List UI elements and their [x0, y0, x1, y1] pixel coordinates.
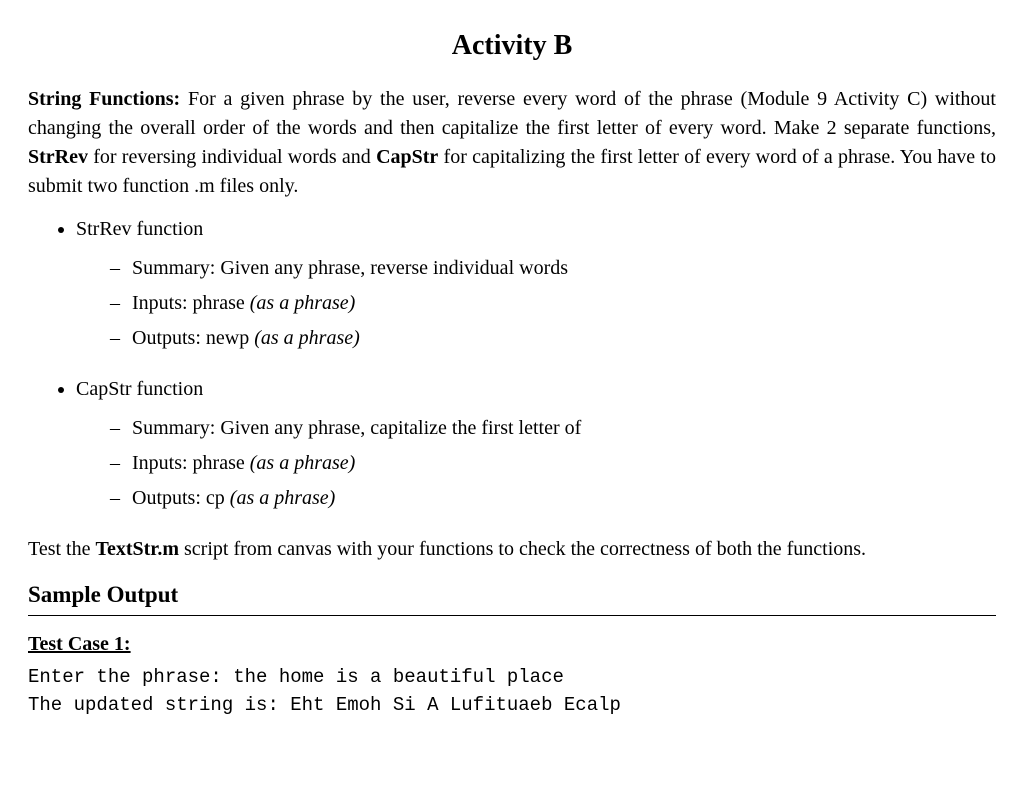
- test-note-pre: Test the: [28, 538, 95, 560]
- list-item: CapStr function Summary: Given any phras…: [76, 375, 996, 513]
- inputs-label: Inputs: phrase: [132, 452, 250, 474]
- list-item: Summary: Given any phrase, capitalize th…: [110, 414, 996, 443]
- inputs-hint: (as a phrase): [250, 452, 356, 474]
- inputs-label: Inputs: phrase: [132, 292, 250, 314]
- intro-strrev: StrRev: [28, 146, 88, 168]
- test-case-line-1: Enter the phrase: the home is a beautifu…: [28, 663, 996, 692]
- test-script-name: TextStr.m: [95, 538, 179, 560]
- test-note-post: script from canvas with your functions t…: [179, 538, 866, 560]
- list-item: Outputs: newp (as a phrase): [110, 324, 996, 353]
- function-details: Summary: Given any phrase, reverse indiv…: [76, 254, 996, 353]
- function-details: Summary: Given any phrase, capitalize th…: [76, 414, 996, 513]
- list-item: StrRev function Summary: Given any phras…: [76, 215, 996, 353]
- list-item: Inputs: phrase (as a phrase): [110, 289, 996, 318]
- outputs-label: Outputs: cp: [132, 487, 230, 509]
- function-name: StrRev function: [76, 218, 203, 240]
- intro-lead: String Functions:: [28, 88, 180, 110]
- outputs-label: Outputs: newp: [132, 327, 254, 349]
- function-list: StrRev function Summary: Given any phras…: [28, 215, 996, 513]
- summary-text: Summary: Given any phrase, capitalize th…: [132, 417, 581, 439]
- test-note: Test the TextStr.m script from canvas wi…: [28, 535, 996, 564]
- sample-output-heading: Sample Output: [28, 578, 996, 616]
- inputs-hint: (as a phrase): [250, 292, 356, 314]
- document-page: Activity B String Functions: For a given…: [0, 0, 1024, 789]
- list-item: Inputs: phrase (as a phrase): [110, 449, 996, 478]
- intro-paragraph: String Functions: For a given phrase by …: [28, 85, 996, 201]
- intro-capstr: CapStr: [376, 146, 438, 168]
- list-item: Summary: Given any phrase, reverse indiv…: [110, 254, 996, 283]
- outputs-hint: (as a phrase): [230, 487, 336, 509]
- intro-text-2: for reversing individual words and: [88, 146, 376, 168]
- test-case-heading: Test Case 1:: [28, 630, 996, 659]
- function-name: CapStr function: [76, 378, 203, 400]
- activity-title: Activity B: [28, 26, 996, 67]
- list-item: Outputs: cp (as a phrase): [110, 484, 996, 513]
- outputs-hint: (as a phrase): [254, 327, 360, 349]
- summary-text: Summary: Given any phrase, reverse indiv…: [132, 257, 568, 279]
- test-case-line-2: The updated string is: Eht Emoh Si A Luf…: [28, 691, 996, 720]
